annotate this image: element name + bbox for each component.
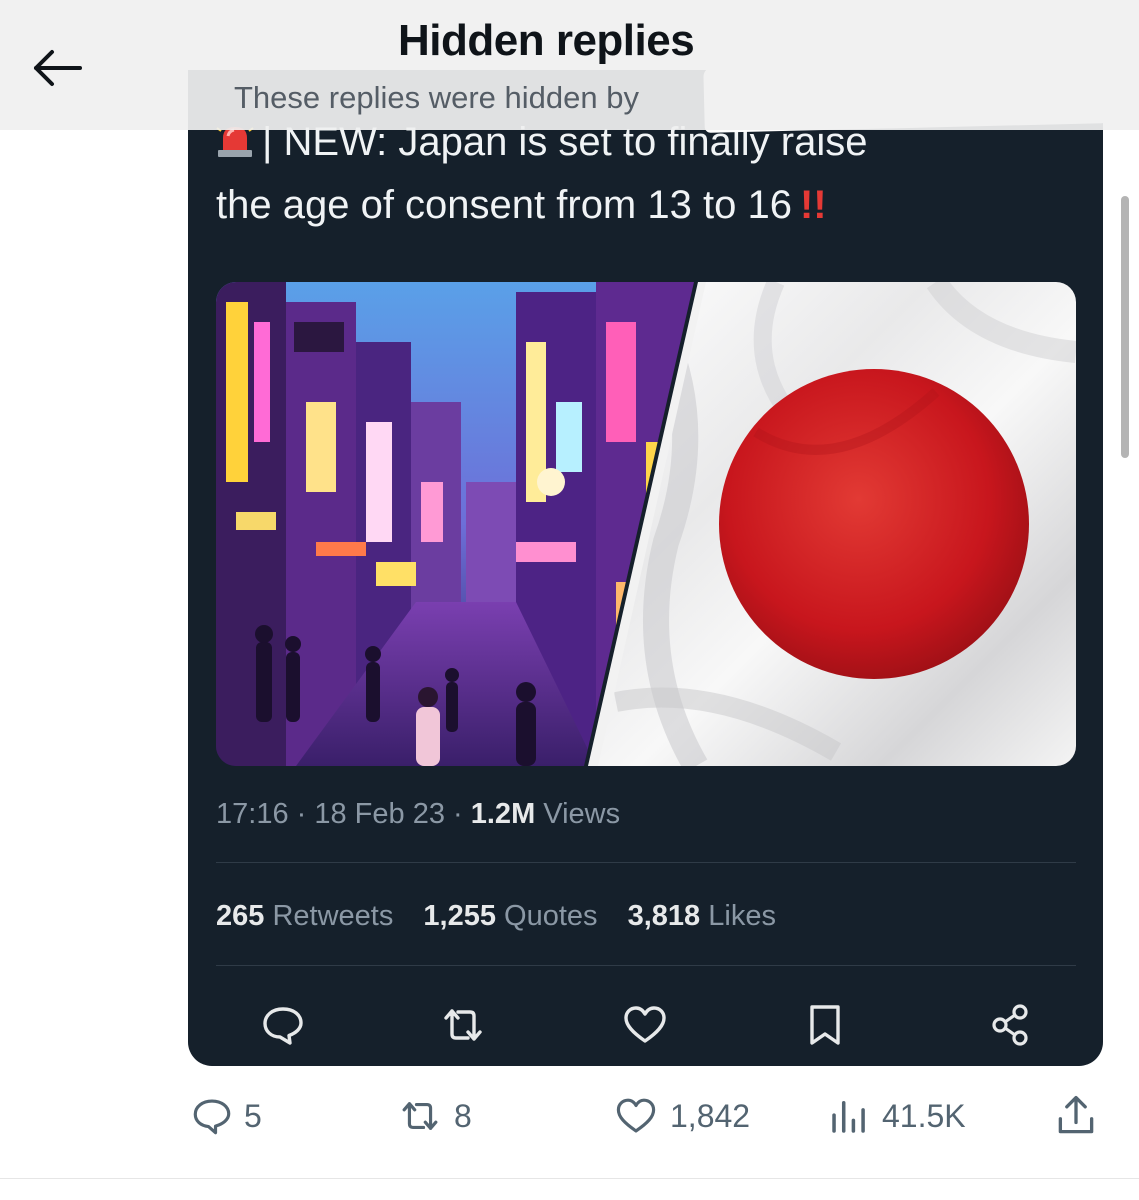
quotes-count: 1,255 <box>423 900 496 932</box>
page-title: Hidden replies <box>398 16 695 65</box>
tweet-timestamp-line: 17:16 · 18 Feb 23 · 1.2M Views <box>216 798 621 830</box>
tweet-text-body: the age of consent from 13 to 16 <box>216 183 792 227</box>
tweet-date: 18 Feb 23 <box>314 798 445 830</box>
top-header: Hidden replies These replies were hidden… <box>0 0 1139 130</box>
divider <box>0 1178 1139 1179</box>
retweets-label: Retweets <box>272 900 394 932</box>
bar-chart-icon <box>832 1101 865 1133</box>
views-label: Views <box>543 798 621 830</box>
tweet-stats: 265 Retweets 1,255 Quotes 3,818 Likes <box>216 900 798 933</box>
reply-button[interactable]: 5 <box>190 1088 262 1144</box>
like-button[interactable]: 1,842 <box>612 1088 750 1144</box>
retweets-stat[interactable]: 265 Retweets <box>216 900 393 932</box>
share-button[interactable] <box>1052 1088 1110 1144</box>
reply-count: 5 <box>244 1097 262 1134</box>
retweet-icon[interactable] <box>438 1000 488 1050</box>
retweet-icon <box>402 1102 438 1130</box>
heart-icon <box>616 1098 656 1133</box>
page-subtitle: These replies were hidden by <box>234 80 639 115</box>
tweet-text-line-2: the age of consent from 13 to 16!! <box>216 183 827 228</box>
likes-label: Likes <box>708 900 776 932</box>
quotes-label: Quotes <box>504 900 598 932</box>
tweet-time: 17:16 <box>216 798 289 830</box>
heart-icon[interactable] <box>620 1000 670 1050</box>
city-and-flag-photo <box>216 282 1076 766</box>
repost-count: 8 <box>454 1097 472 1134</box>
embedded-tweet-card: | NEW: Japan is set to finally raise the… <box>188 70 1103 1066</box>
speech-bubble-icon[interactable] <box>258 1000 308 1050</box>
share-icon[interactable] <box>986 1000 1036 1050</box>
views-button[interactable]: 41.5K <box>826 1088 966 1144</box>
likes-count: 3,818 <box>627 900 701 932</box>
bookmark-icon[interactable] <box>800 1000 850 1050</box>
speech-bubble-icon <box>193 1099 231 1135</box>
arrow-left-icon[interactable] <box>28 38 88 98</box>
tweet-image[interactable] <box>216 282 1076 766</box>
like-count: 1,842 <box>670 1097 751 1134</box>
quotes-stat[interactable]: 1,255 Quotes <box>423 900 597 932</box>
divider <box>216 965 1076 966</box>
double-exclamation-mark: !! <box>799 183 827 227</box>
views-count: 1.2M <box>470 798 536 830</box>
views-total: 41.5K <box>882 1097 966 1134</box>
retweets-count: 265 <box>216 900 265 932</box>
reply-action-bar: 5 8 1,842 41.5K <box>0 1088 1139 1148</box>
likes-stat[interactable]: 3,818 Likes <box>628 900 776 932</box>
upload-icon <box>1058 1095 1094 1134</box>
divider <box>216 862 1076 863</box>
scrollbar[interactable] <box>1121 196 1129 458</box>
repost-button[interactable]: 8 <box>396 1088 472 1144</box>
